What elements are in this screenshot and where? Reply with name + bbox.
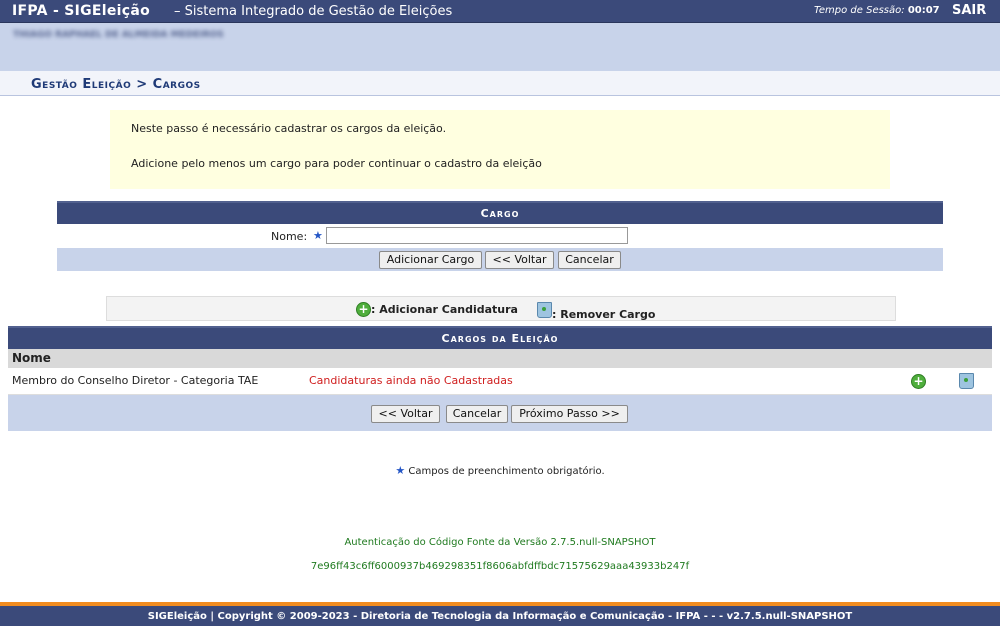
next-step-button[interactable]: Próximo Passo >> <box>511 405 628 423</box>
required-note: ★ Campos de preenchimento obrigatório. <box>0 464 1000 477</box>
legend-remove-label: : Remover Cargo <box>552 308 656 321</box>
required-star-icon: ★ <box>313 229 323 242</box>
required-star-icon: ★ <box>395 464 406 477</box>
user-bar: THIAGO RAPHAEL DE ALMEIDA MEDEIROS <box>0 23 1000 71</box>
cargos-table: Cargos da Eleição Nome Membro do Conselh… <box>8 326 992 431</box>
name-label: Nome: <box>271 230 308 243</box>
auth-hash: 7e96ff43c6ff6000937b469298351f8606abfdff… <box>310 561 690 572</box>
name-row: Nome: ★ <box>57 224 943 248</box>
auth-label: Autenticação do Código Fonte da Versão 2… <box>344 537 656 548</box>
column-name: Nome <box>12 351 51 365</box>
cargos-table-title: Cargos da Eleição <box>8 326 992 349</box>
logout-link[interactable]: SAIR <box>952 3 986 18</box>
breadcrumb: Gestão Eleição > Cargos <box>0 71 1000 96</box>
table-header: Nome <box>8 349 992 368</box>
session-timer: Tempo de Sessão: 00:07 <box>814 5 940 16</box>
app-subtitle: – Sistema Integrado de Gestão de Eleiçõe… <box>174 4 453 19</box>
back-button[interactable]: << Voltar <box>485 251 554 269</box>
remove-cargo-icon[interactable] <box>959 373 974 389</box>
user-name: THIAGO RAPHAEL DE ALMEIDA MEDEIROS <box>13 30 224 40</box>
notice-line-1: Neste passo é necessário cadastrar os ca… <box>131 122 447 135</box>
cancel-button[interactable]: Cancelar <box>558 251 621 269</box>
cancel-button[interactable]: Cancelar <box>446 405 508 423</box>
cargo-name-input[interactable] <box>326 227 628 244</box>
footer: SIGEleição | Copyright © 2009-2023 - Dir… <box>0 602 1000 626</box>
add-cargo-button[interactable]: Adicionar Cargo <box>379 251 482 269</box>
notice-line-2: Adicione pelo menos um cargo para poder … <box>131 157 542 170</box>
form-buttons: Adicionar Cargo << Voltar Cancelar <box>57 248 943 271</box>
add-candidacy-icon: + <box>356 302 371 317</box>
cargo-name: Membro do Conselho Diretor - Categoria T… <box>12 374 259 387</box>
icon-legend: +: Adicionar Candidatura : Remover Cargo <box>106 296 896 321</box>
cargo-form-title: Cargo <box>57 201 943 224</box>
add-candidacy-icon[interactable]: + <box>911 374 926 389</box>
trash-icon <box>537 302 552 318</box>
legend-add-label: : Adicionar Candidatura <box>371 303 518 316</box>
session-time: 00:07 <box>907 5 940 16</box>
table-buttons: << Voltar Cancelar Próximo Passo >> <box>8 395 992 431</box>
legend-add: +: Adicionar Candidatura <box>356 302 518 317</box>
top-bar: IFPA - SIGEleição – Sistema Integrado de… <box>0 0 1000 23</box>
required-note-text: Campos de preenchimento obrigatório. <box>408 466 605 477</box>
page-title: Gestão Eleição > Cargos <box>31 77 201 92</box>
back-button[interactable]: << Voltar <box>371 405 440 423</box>
app-title: IFPA - SIGEleição <box>12 3 151 19</box>
session-label: Tempo de Sessão: <box>814 5 905 16</box>
info-notice: Neste passo é necessário cadastrar os ca… <box>110 110 890 189</box>
cargo-status: Candidaturas ainda não Cadastradas <box>309 374 513 387</box>
cargo-form: Cargo Nome: ★ Adicionar Cargo << Voltar … <box>57 201 943 271</box>
legend-remove: : Remover Cargo <box>537 302 655 321</box>
table-row: Membro do Conselho Diretor - Categoria T… <box>8 368 992 395</box>
